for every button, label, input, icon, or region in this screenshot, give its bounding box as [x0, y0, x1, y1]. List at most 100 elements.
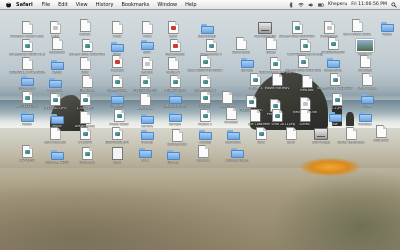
spotlight-search-icon[interactable]	[391, 2, 397, 8]
desktop-icon[interactable]: Untitled.doc	[162, 129, 192, 147]
desktop-icon[interactable]: Screen Shot 2010-09.png	[69, 39, 105, 57]
desktop-icon[interactable]: hobby.doc	[42, 37, 72, 55]
desktop-icon[interactable]: Untitled.txt	[314, 21, 344, 39]
desktop-icon[interactable]: Games	[158, 148, 188, 165]
menu-file[interactable]: File	[42, 2, 50, 8]
desktop-icon[interactable]: 1-24-2010 web ctrl.jpg	[287, 39, 323, 57]
desktop-icon[interactable]: Homework	[12, 74, 42, 91]
desktop-icon[interactable]: Photo Story	[104, 109, 134, 127]
file-preview-mark	[202, 96, 208, 100]
desktop-icon[interactable]: Trash	[102, 147, 132, 165]
desktop-icon[interactable]: 1029001_1.M4a.3GF.ell.m4a	[9, 57, 45, 75]
desktop-icon[interactable]: Sample	[232, 56, 262, 73]
desktop-icon[interactable]: Pictures	[350, 110, 380, 127]
desktop-icon[interactable]: bla	[320, 110, 350, 127]
menu-view[interactable]: View	[76, 2, 88, 8]
desktop-icon[interactable]: Stuff	[70, 57, 100, 75]
desktop-icon[interactable]: Screenshot 1	[190, 75, 220, 93]
desktop-icon[interactable]: Work	[130, 146, 160, 163]
desktop-icon[interactable]: Docs	[102, 40, 132, 57]
desktop-icon[interactable]: Drawing.doc	[70, 111, 100, 129]
desktop-icon[interactable]: IMG 1234.JPG	[12, 91, 42, 109]
desktop-icon[interactable]: Friends	[132, 128, 162, 145]
desktop-icon[interactable]: Music	[42, 112, 72, 129]
desktop-icon[interactable]: Stuff	[132, 38, 162, 55]
menu-bookmarks[interactable]: Bookmarks	[121, 2, 149, 8]
volume-icon[interactable]	[308, 2, 314, 8]
desktop-icon[interactable]: Screen Shot 2010-05-21	[279, 21, 315, 39]
desktop-icon[interactable]: Important	[40, 76, 70, 93]
desktop-icon[interactable]: word doc.doc	[40, 127, 70, 145]
desktop-icon[interactable]: Vid1.mov	[366, 125, 396, 143]
wifi-icon[interactable]	[298, 2, 304, 8]
desktop-icon[interactable]: Untitled	[350, 55, 380, 73]
desktop-icon[interactable]: Cellphone Pics	[160, 92, 190, 109]
desktop-icon[interactable]: 1.pdf	[158, 21, 188, 39]
menu-app-name[interactable]: Safari	[16, 2, 33, 8]
desktop-icon[interactable]: Screen Shot 2010-05-11	[317, 73, 353, 91]
desktop-icon[interactable]: 1.txt	[40, 21, 70, 39]
desktop-icon[interactable]: Disk Image	[306, 128, 336, 145]
desktop-icon[interactable]: Screenshot 2010-11.png	[9, 39, 45, 57]
desktop-icon-label: Sample	[168, 123, 182, 126]
desktop-icon[interactable]: Movie File.mov	[262, 73, 292, 91]
desktop-icon[interactable]: P1130411.JPG	[130, 75, 160, 93]
desktop-icon[interactable]: Documents	[226, 37, 256, 55]
desktop-icon[interactable]: Folder	[352, 92, 382, 109]
desktop-icon[interactable]: tmp.pdf	[102, 55, 132, 73]
desktop-icon[interactable]: Summer 2010	[42, 148, 72, 165]
desktop-icon[interactable]: Final.doc	[188, 145, 218, 163]
desktop-icon[interactable]: Screenshot 1	[196, 39, 226, 57]
apple-menu-icon[interactable]	[4, 1, 11, 8]
desktop-icon[interactable]: Jams	[276, 127, 306, 145]
desktop-icon[interactable]: IMG_1241.JPG	[160, 75, 190, 93]
desktop-icon[interactable]: File 1.doc	[72, 75, 102, 93]
desktop-icon[interactable]: Downloads	[192, 22, 222, 39]
menu-window[interactable]: Window	[157, 2, 177, 8]
desktop-icon[interactable]: P1130411.JPG	[40, 93, 70, 111]
desktop-icon[interactable]: Folder	[372, 20, 400, 37]
desktop-icon[interactable]: Dinosaur cloud 1.doc	[10, 21, 44, 39]
desktop-icon[interactable]: Tell a Story Sorta	[342, 19, 372, 37]
desktop-icon[interactable]: Screen Shot	[102, 75, 132, 93]
menu-history[interactable]: History	[96, 2, 114, 8]
desktop-icon[interactable]: Screenshot	[318, 56, 348, 73]
desktop-icon[interactable]: Camp	[42, 58, 72, 75]
desktop-icon[interactable]: Picture 1	[350, 39, 380, 57]
desktop-icon[interactable]: Resume.pdf	[160, 39, 190, 57]
desktop-icon[interactable]: Untitled	[102, 92, 132, 109]
user-name[interactable]: Kheperu	[328, 2, 347, 7]
desktop-icon[interactable]: sdsdsc	[70, 19, 100, 37]
battery-icon[interactable]	[318, 2, 324, 8]
desktop-icon[interactable]: 1-1.JPG	[322, 93, 352, 111]
desktop-icon[interactable]: Picture 2	[158, 57, 188, 75]
desktop-icon[interactable]: Math hw.doc	[352, 73, 382, 91]
desktop-icon[interactable]: Screen Shot 2011.png	[259, 109, 295, 127]
menu-help[interactable]: Help	[185, 2, 196, 8]
desktop-icon[interactable]: Cover Letter.doc	[336, 127, 366, 145]
bluetooth-icon[interactable]	[288, 1, 294, 8]
desktop-icon[interactable]: 1-19.JPG	[70, 127, 100, 145]
desktop-icon[interactable]: Folder	[12, 110, 42, 127]
desktop-icon[interactable]: Notes	[256, 37, 286, 55]
desktop-icon[interactable]: Camera	[132, 112, 162, 129]
desktop-icon[interactable]: Pictures 3	[72, 147, 102, 165]
desktop-icon[interactable]: CELL 2009 EYE 9505 3LP.1.JPG	[187, 55, 223, 73]
desktop-icon[interactable]: Cars	[246, 127, 276, 145]
desktop-icon[interactable]: Sched.	[290, 109, 320, 127]
desktop-icon[interactable]: P1120818.JPG	[318, 37, 348, 55]
desktop-icon[interactable]: Macintosh HD	[250, 22, 280, 39]
desktop-icon[interactable]: scene.doc	[130, 93, 160, 111]
desktop-icon[interactable]: Screen Shot 2011-05.png	[285, 55, 321, 73]
desktop-icon[interactable]: 1-34-1.JPG	[70, 93, 100, 111]
desktop-icon[interactable]: DSCF0001.JPG	[102, 127, 132, 145]
desktop-icon[interactable]: Holiday	[190, 128, 220, 145]
menu-clock[interactable]: Fri 11:06:56 PM	[351, 2, 387, 7]
desktop-icon[interactable]: Sample	[160, 110, 190, 127]
desktop-icon[interactable]: Untitled Folder	[222, 146, 252, 163]
desktop-icon-label: Screenshot 2010-11.png	[9, 53, 45, 56]
desktop-icon[interactable]: 1.doc	[102, 21, 132, 39]
desktop-icon[interactable]: Kumidmo	[218, 128, 248, 145]
menu-edit[interactable]: Edit	[58, 2, 68, 8]
desktop-icon[interactable]: 1-2-3.JPG	[12, 145, 42, 163]
